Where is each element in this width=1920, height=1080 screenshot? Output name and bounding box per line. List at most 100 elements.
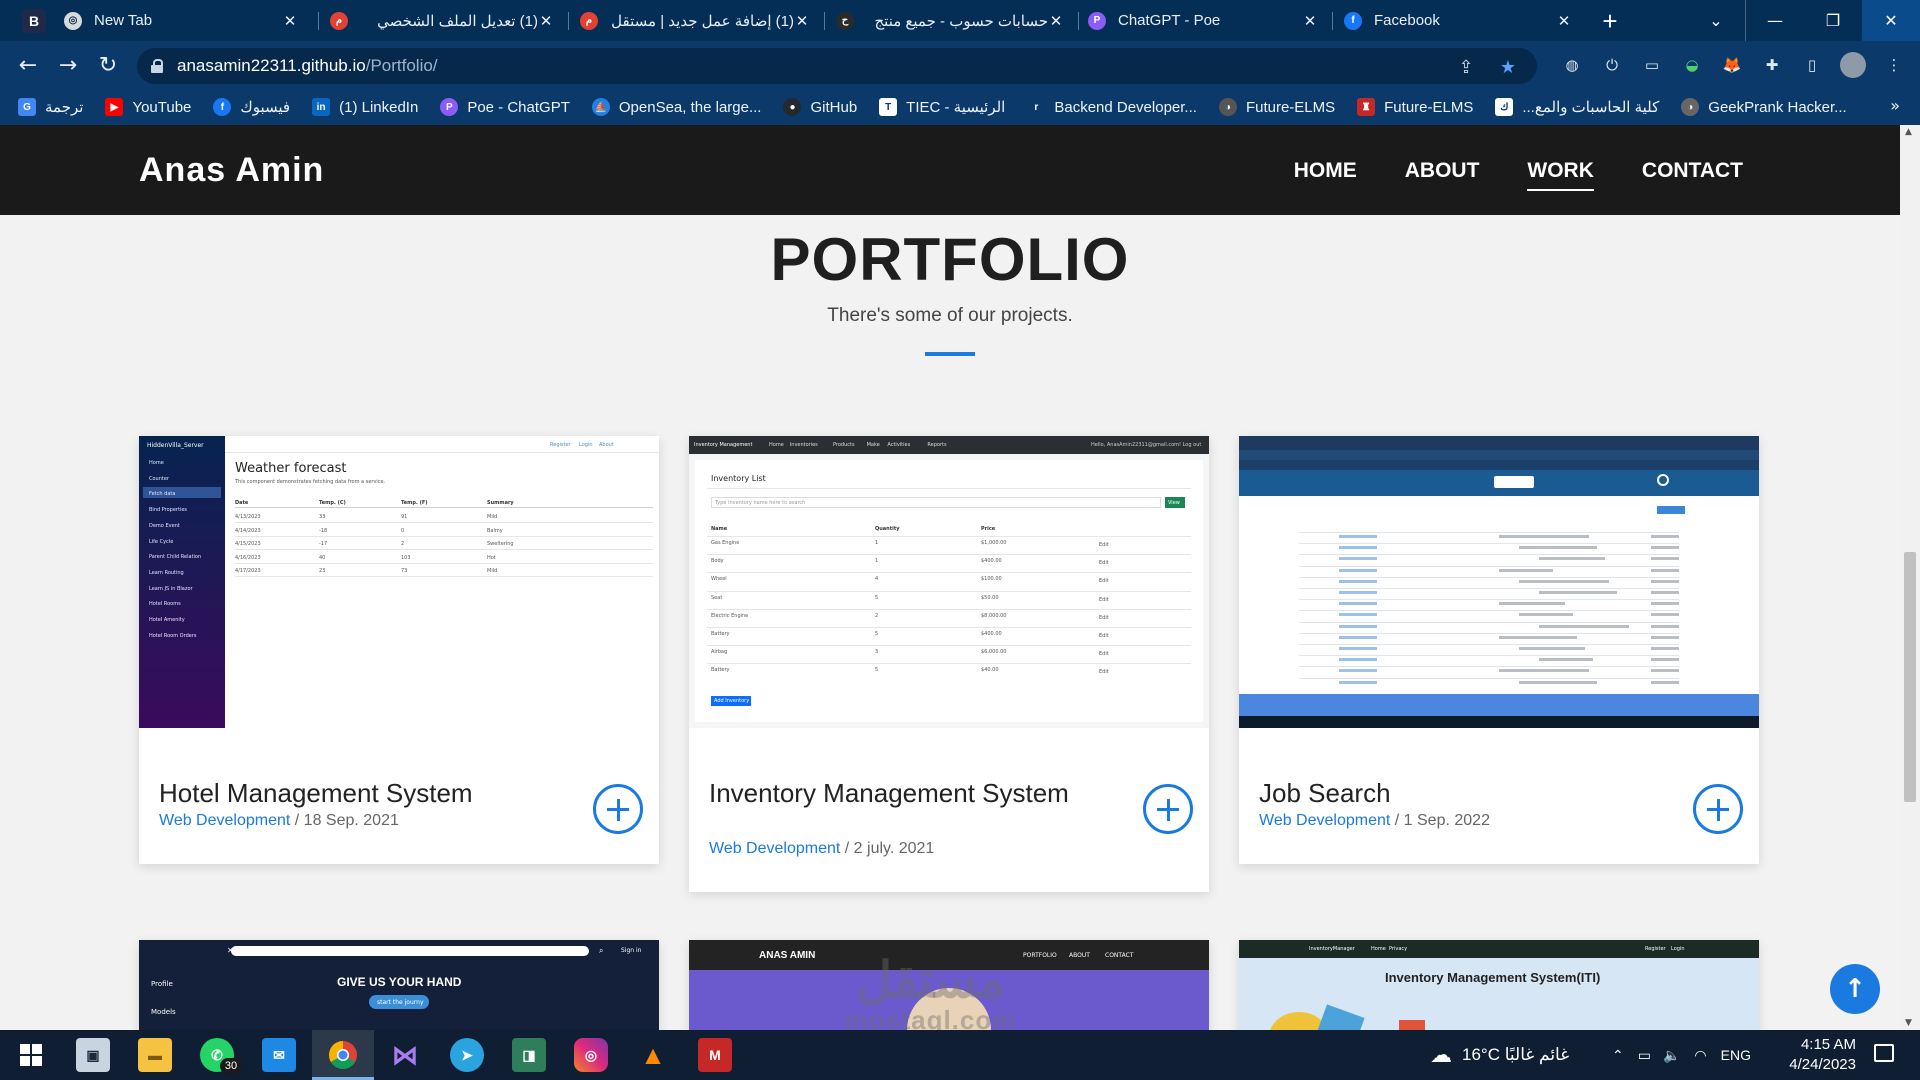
- address-bar[interactable]: anasamin22311.github.io/Portfolio/ ⇪ ★: [137, 48, 1537, 84]
- file-explorer-icon[interactable]: ▬: [138, 1038, 172, 1072]
- bookmark-youtube[interactable]: ▶ YouTube: [105, 98, 191, 116]
- back-icon[interactable]: ←: [14, 51, 42, 79]
- side-panel-icon[interactable]: ▯: [1800, 53, 1824, 77]
- bookmark-backend-developer[interactable]: r Backend Developer...: [1027, 98, 1197, 116]
- site-brand[interactable]: Anas Amin: [139, 151, 324, 190]
- notifications-icon[interactable]: [1874, 1044, 1894, 1062]
- vlc-icon[interactable]: ▲: [636, 1038, 670, 1072]
- lock-icon[interactable]: [151, 59, 163, 73]
- windows-start-icon[interactable]: [14, 1038, 48, 1072]
- bookmark-faculty[interactable]: ك كلية الحاسبات والمع...: [1495, 98, 1659, 116]
- new-tab-button[interactable]: +: [1596, 6, 1624, 36]
- app-icon[interactable]: ◨: [512, 1038, 546, 1072]
- open-project-button[interactable]: [593, 784, 643, 834]
- scrollbar-thumb[interactable]: [1904, 552, 1916, 802]
- project-card-inventory: Inventory Management Home Inventories Prod…: [689, 436, 1209, 892]
- cast-extension-icon[interactable]: ▭: [1640, 53, 1664, 77]
- bookmark-geekprank[interactable]: ◑ GeekPrank Hacker...: [1681, 98, 1847, 116]
- image-viewer-icon[interactable]: ▣: [76, 1038, 110, 1072]
- tab-add-work[interactable]: م (1) إضافة عمل جديد | مستقل ✕: [570, 0, 822, 41]
- page-scrollbar[interactable]: ▲ ▼: [1900, 125, 1920, 1030]
- weather-widget[interactable]: ☁ 16°C غائم غالبًا: [1430, 1030, 1569, 1080]
- tab-hasoob-accounts[interactable]: ح حسابات حسوب - جميع منتج ✕: [826, 0, 1076, 41]
- project-category[interactable]: Web Development: [159, 812, 290, 829]
- close-tab-icon[interactable]: ✕: [1556, 12, 1572, 30]
- bookmark-linkedin[interactable]: in (1) LinkedIn: [312, 98, 418, 116]
- bookmark-facebook[interactable]: f فيسبوك: [213, 98, 290, 116]
- tab-chatgpt-poe[interactable]: P ChatGPT - Poe ✕: [1080, 0, 1330, 41]
- close-tab-icon[interactable]: ✕: [1302, 12, 1318, 30]
- telegram-icon[interactable]: ➤: [450, 1038, 484, 1072]
- reload-icon[interactable]: ↻: [94, 51, 122, 79]
- project-category[interactable]: Web Development: [1259, 812, 1390, 829]
- edge-extension-icon[interactable]: ◒: [1680, 53, 1704, 77]
- restore-icon[interactable]: ❐: [1804, 0, 1862, 41]
- wifi-icon[interactable]: ◠: [1694, 1047, 1706, 1064]
- close-tab-icon[interactable]: ✕: [282, 12, 298, 30]
- power-extension-icon[interactable]: ⏻: [1600, 53, 1624, 77]
- bookmark-translate[interactable]: G ترجمة: [18, 98, 83, 116]
- poe-icon: P: [440, 98, 459, 116]
- scroll-to-top-button[interactable]: ↑: [1830, 964, 1880, 1014]
- thumb-row-link: [1339, 624, 1377, 628]
- thumb-search: [231, 946, 589, 956]
- open-project-button[interactable]: [1693, 784, 1743, 834]
- close-window-icon[interactable]: ✕: [1862, 0, 1920, 41]
- menu-about[interactable]: ABOUT: [1405, 159, 1480, 183]
- close-tab-icon[interactable]: ✕: [794, 12, 810, 30]
- share-icon[interactable]: ⇪: [1455, 56, 1477, 78]
- url-text[interactable]: anasamin22311.github.io/Portfolio/: [177, 56, 438, 76]
- menu-dots-icon[interactable]: ⋮: [1882, 53, 1906, 77]
- chevron-up-icon[interactable]: ⌃: [1612, 1047, 1624, 1064]
- menu-home[interactable]: HOME: [1294, 159, 1357, 183]
- thumb-browser-bar: [1239, 450, 1759, 460]
- project-card-give-hand[interactable]: ✕ ⌕ Sign in Profile Models GIVE US YOUR …: [139, 940, 659, 1030]
- thumb-sidebar-item: Bind Properties: [149, 507, 188, 514]
- close-tab-icon[interactable]: ✕: [1048, 12, 1064, 30]
- bookmark-poe[interactable]: P Poe - ChatGPT: [440, 98, 570, 116]
- close-tab-icon[interactable]: ✕: [538, 12, 554, 30]
- project-card-inventory-iti[interactable]: InventoryManager Home Privacy Register L…: [1239, 940, 1759, 1030]
- scroll-down-icon[interactable]: ▼: [1905, 1018, 1912, 1028]
- instagram-icon[interactable]: ◎: [574, 1038, 608, 1072]
- mcafee-icon[interactable]: M: [698, 1038, 732, 1072]
- divider: [707, 608, 1191, 610]
- app-badge-icon[interactable]: B: [22, 9, 46, 33]
- tab-new-tab[interactable]: ◎ New Tab ✕: [64, 0, 310, 41]
- project-thumbnail[interactable]: Inventory Management Home Inventories Prod…: [689, 436, 1209, 728]
- tab-facebook[interactable]: f Facebook ✕: [1334, 0, 1584, 41]
- globe-extension-icon[interactable]: ◍: [1560, 53, 1584, 77]
- bookmarks-overflow-icon[interactable]: »: [1890, 96, 1900, 115]
- project-category[interactable]: Web Development: [709, 840, 840, 857]
- bookmark-tiec[interactable]: T TIEC - الرئيسية: [879, 98, 1005, 116]
- tab-edit-profile[interactable]: م (1) تعديل الملف الشخصي ✕: [320, 0, 566, 41]
- menu-contact[interactable]: CONTACT: [1642, 159, 1743, 183]
- project-thumbnail[interactable]: [1239, 436, 1759, 728]
- clock[interactable]: 4:15 AM 4/24/2023: [1789, 1035, 1856, 1075]
- language-indicator[interactable]: ENG: [1721, 1047, 1751, 1063]
- metamask-icon[interactable]: 🦊: [1720, 53, 1744, 77]
- extensions-puzzle-icon[interactable]: ✚: [1760, 53, 1784, 77]
- visual-studio-icon[interactable]: ⋈: [388, 1038, 422, 1072]
- bookmark-github[interactable]: ● GitHub: [783, 98, 857, 116]
- thumb-sidebar-item: Life Cycle: [149, 538, 174, 545]
- bookmark-future-elms-1[interactable]: ◑ Future-ELMS: [1218, 98, 1335, 116]
- volume-icon[interactable]: 🔈: [1663, 1047, 1680, 1064]
- bookmark-opensea[interactable]: ⛵ OpenSea, the large...: [591, 98, 761, 116]
- menu-work[interactable]: WORK: [1527, 159, 1594, 191]
- battery-icon[interactable]: ▭: [1638, 1047, 1651, 1064]
- mail-icon[interactable]: ✉: [262, 1038, 296, 1072]
- minimize-icon[interactable]: —: [1746, 0, 1804, 41]
- bookmark-future-elms-2[interactable]: ♜ Future-ELMS: [1357, 98, 1473, 116]
- thumb-cell: 5: [875, 667, 879, 674]
- open-project-button[interactable]: [1143, 784, 1193, 834]
- site-menu: HOME ABOUT WORK CONTACT: [1246, 159, 1743, 191]
- scroll-up-icon[interactable]: ▲: [1905, 127, 1912, 137]
- bookmark-star-icon[interactable]: ★: [1497, 56, 1519, 78]
- project-thumbnail[interactable]: HiddenVilla_Server Home Counter Fetch data…: [139, 436, 659, 728]
- profile-avatar[interactable]: [1840, 52, 1866, 78]
- forward-icon[interactable]: →: [54, 51, 82, 79]
- tab-search-icon[interactable]: ⌄: [1687, 0, 1745, 41]
- thumb-nav-link: Inventories: [789, 442, 818, 448]
- chrome-taskbar-icon[interactable]: [326, 1038, 360, 1072]
